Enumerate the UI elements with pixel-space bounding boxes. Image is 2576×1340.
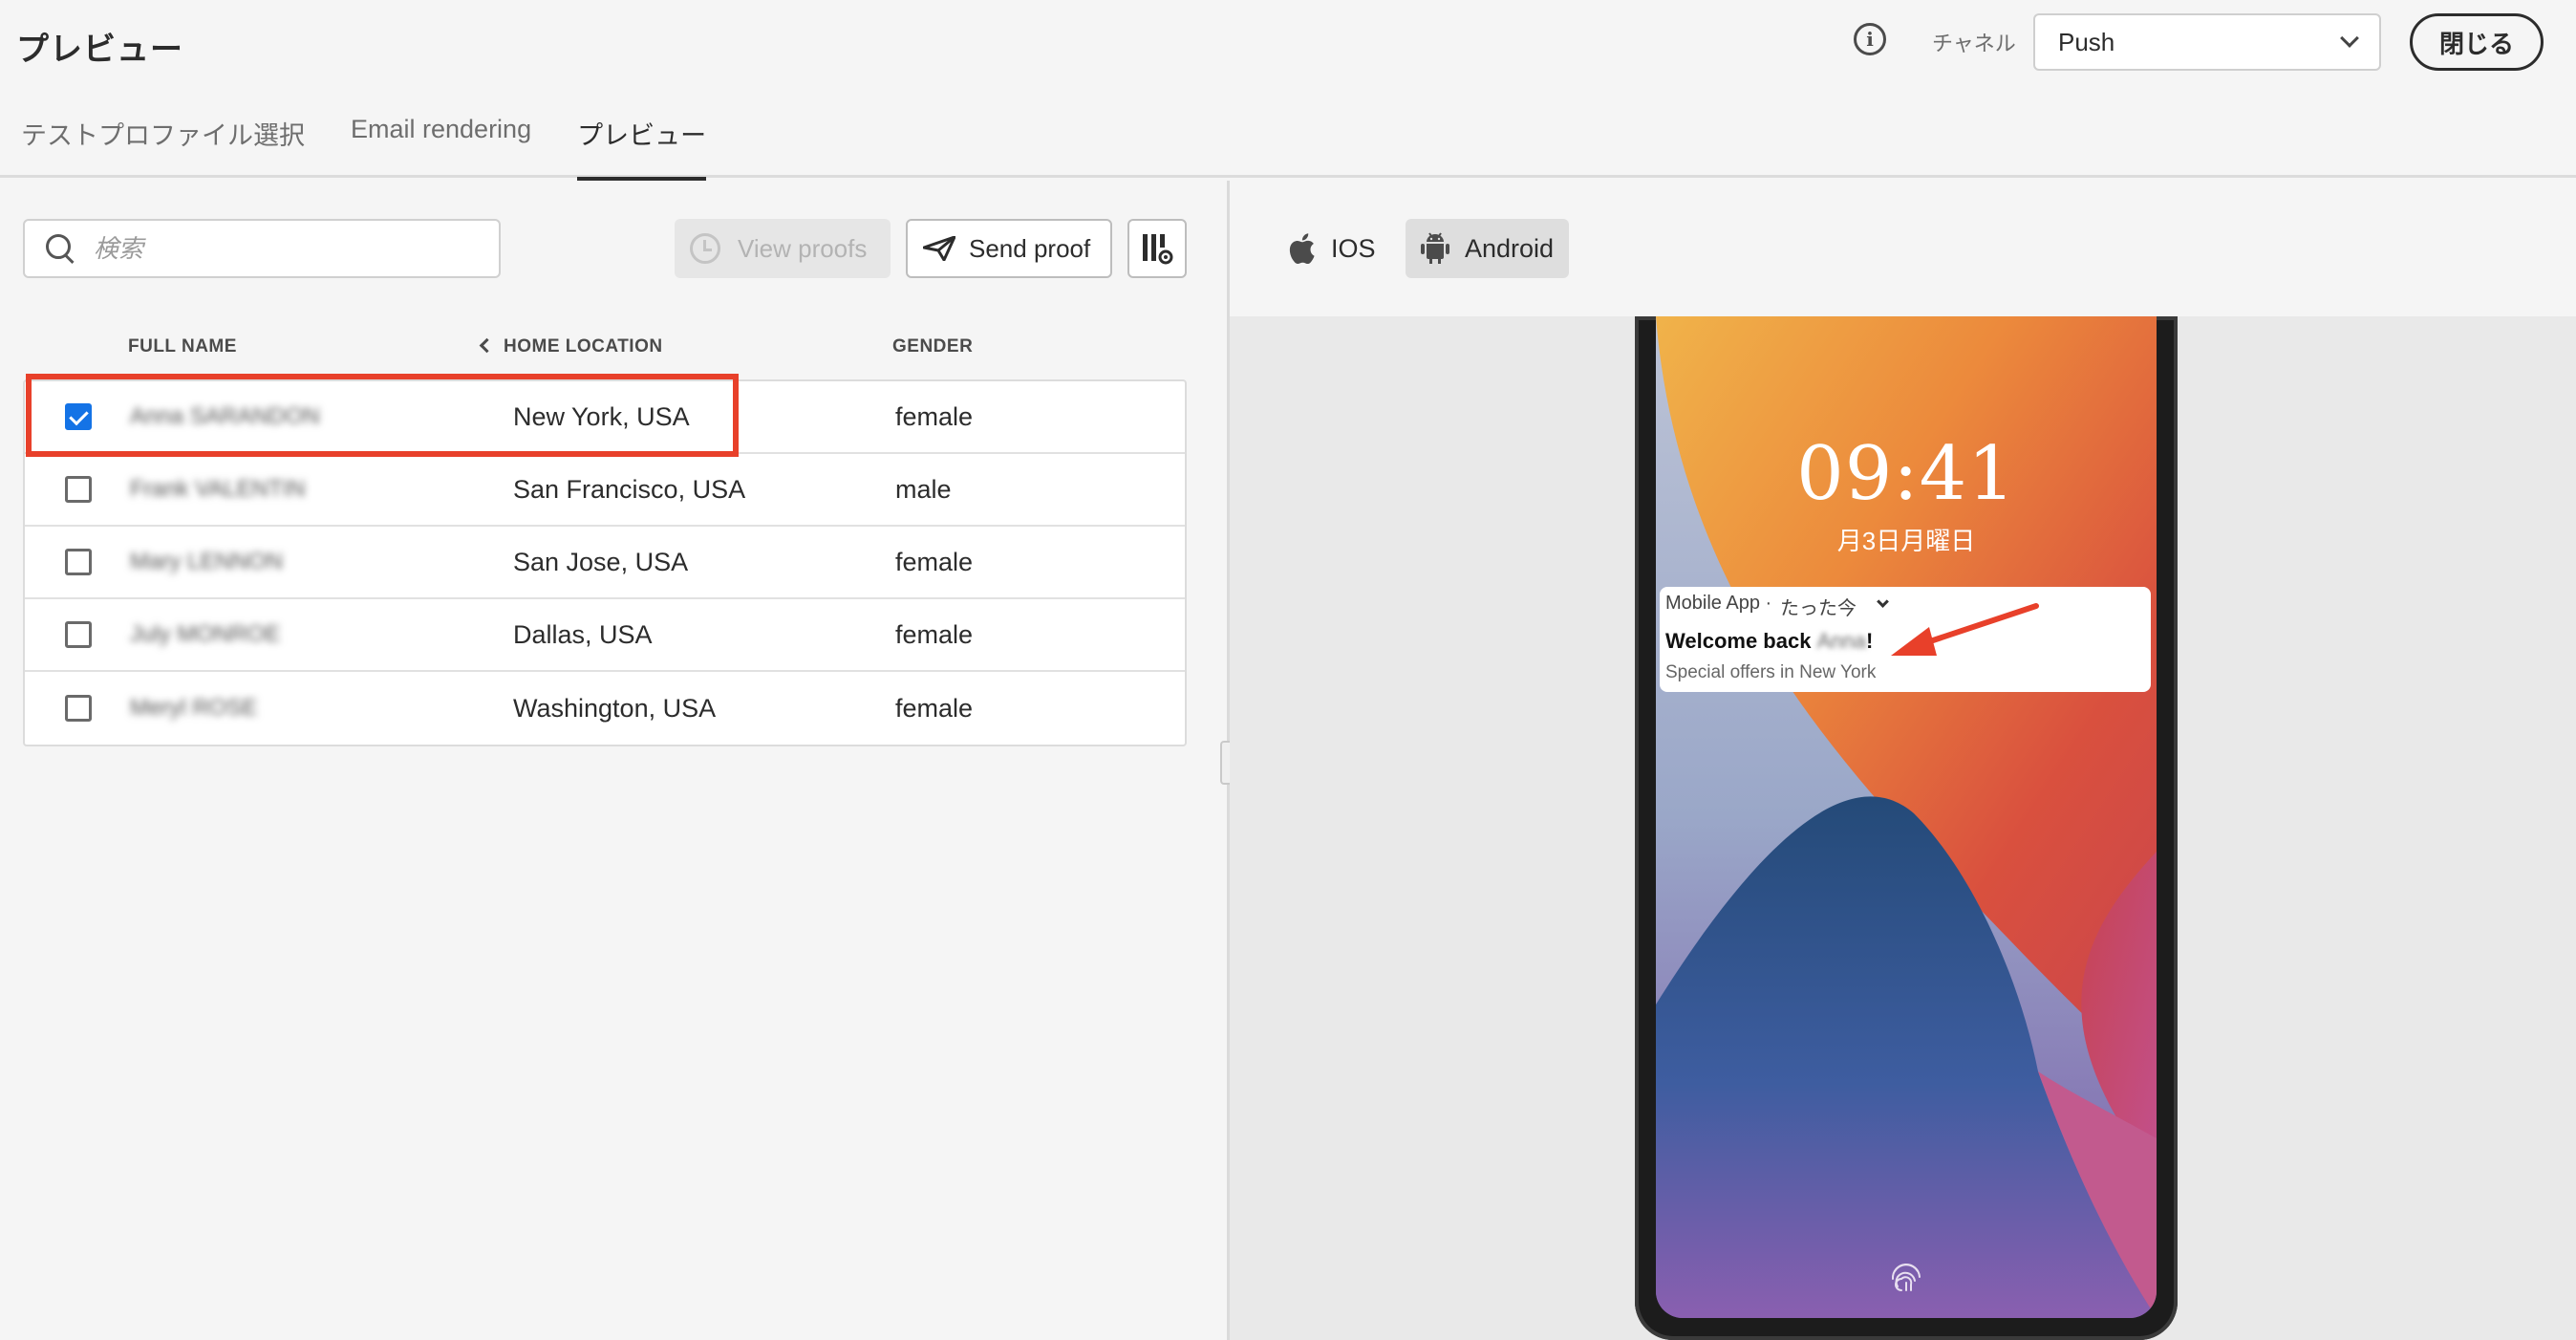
tab-preview[interactable]: プレビュー [577,111,707,181]
cell-gender: female [895,401,974,431]
row-checkbox[interactable] [65,695,92,722]
table-row[interactable]: July MONROE Dallas, USA female [25,599,1185,672]
cell-home-location: San Jose, USA [513,547,689,576]
notification-title-name: Anna [1816,629,1866,653]
tab-test-profile[interactable]: テストプロファイル選択 [21,111,305,178]
channel-label: チャネル [1932,32,2016,55]
notification-app-name: Mobile App · [1665,593,1772,614]
table-row[interactable]: Anna SARANDON New York, USA female [25,381,1185,454]
row-checkbox[interactable] [65,621,92,648]
page-title: プレビュー [16,32,183,68]
cell-home-location: Washington, USA [513,693,717,723]
cell-full-name: Meryl ROSE [130,695,258,721]
info-icon[interactable]: i [1854,23,1886,55]
notification-title-suffix: ! [1865,629,1874,653]
row-checkbox[interactable] [65,476,92,503]
cell-full-name: July MONROE [130,621,281,647]
view-proofs-label: View proofs [738,233,868,263]
row-checkbox[interactable] [65,549,92,575]
preview-panel: IOS Android 09:41 月3日月曜日 Mobile App · たっ… [1230,181,2576,1340]
table-row[interactable]: Mary LENNON San Jose, USA female [25,527,1185,599]
android-icon [1421,232,1449,264]
cell-home-location: San Francisco, USA [513,474,746,504]
table-row[interactable]: Meryl ROSE Washington, USA female [25,672,1185,745]
search-icon [46,234,75,263]
column-settings-icon [1143,234,1173,265]
row-checkbox[interactable] [65,403,92,430]
device-tab-ios[interactable]: IOS [1272,219,1391,278]
table-row[interactable]: Frank VALENTIN San Francisco, USA male [25,454,1185,527]
cell-home-location: Dallas, USA [513,619,653,649]
phone-frame: 09:41 月3日月曜日 Mobile App · たった今 Welcome b… [1635,316,2178,1340]
history-icon [690,233,720,264]
column-header-home-location[interactable]: HOME LOCATION [479,336,663,357]
lock-screen-date: 月3日月曜日 [1836,527,1976,555]
cell-gender: female [895,619,974,649]
column-settings-button[interactable] [1127,219,1187,278]
annotation-arrow [1891,603,2039,656]
profiles-table: Anna SARANDON New York, USA female Frank… [23,379,1187,746]
cell-gender: male [895,474,952,504]
tab-bar: テストプロファイル選択 Email rendering プレビュー [21,111,752,181]
send-proof-label: Send proof [969,233,1091,263]
profile-panel: View proofs Send proof FULL NAME HOME LO… [0,181,1227,1340]
notification-title-prefix: Welcome back [1665,629,1817,653]
cell-full-name: Frank VALENTIN [130,476,306,502]
phone-screen: 09:41 月3日月曜日 Mobile App · たった今 Welcome b… [1656,316,2157,1318]
view-proofs-button[interactable]: View proofs [675,219,891,278]
chevron-down-icon [2340,29,2359,48]
channel-select-value: Push [2058,27,2115,56]
channel-select[interactable]: Push [2033,13,2381,71]
column-header-full-name[interactable]: FULL NAME [128,336,237,357]
column-header-gender[interactable]: GENDER [892,336,973,357]
notification-title: Welcome back Anna! [1665,629,1873,654]
send-icon [923,236,955,261]
device-tab-android[interactable]: Android [1406,219,1570,278]
header: プレビュー i チャネル Push 閉じる テストプロファイル選択 Email … [0,0,2576,181]
device-tab-ios-label: IOS [1331,233,1376,263]
close-button[interactable]: 閉じる [2410,13,2544,71]
cell-gender: female [895,693,974,723]
send-proof-button[interactable]: Send proof [906,219,1112,278]
search-box[interactable] [23,219,501,278]
column-header-home-location-label: HOME LOCATION [504,336,663,357]
tab-email-rendering[interactable]: Email rendering [351,111,531,178]
fingerprint-icon [1891,1263,1921,1291]
lock-screen-time: 09:41 [1796,431,2016,517]
device-tab-android-label: Android [1465,233,1555,263]
cell-gender: female [895,547,974,576]
cell-home-location: New York, USA [513,401,690,431]
notification-subtitle: Special offers in New York [1665,662,1877,682]
search-input[interactable] [94,233,476,264]
chevron-left-icon [479,337,495,354]
cell-full-name: Mary LENNON [130,549,284,574]
notification-time: たった今 [1780,598,1857,619]
cell-full-name: Anna SARANDON [130,403,320,429]
device-bar: IOS Android [1230,181,2576,316]
apple-icon [1289,233,1315,264]
